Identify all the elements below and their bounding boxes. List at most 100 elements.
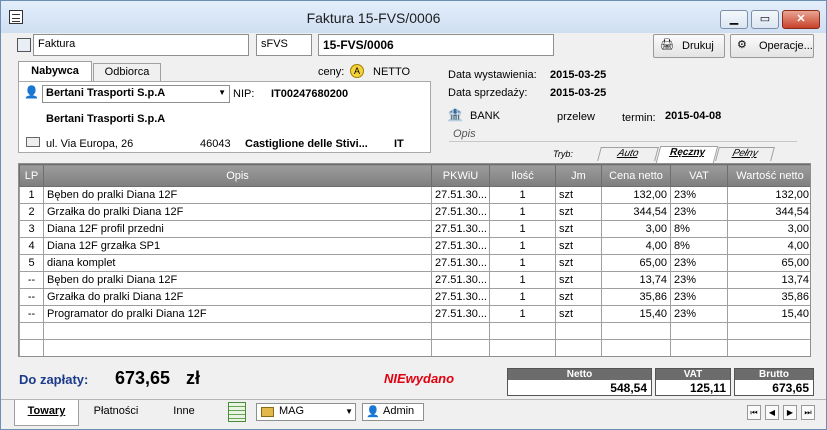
table-cell[interactable]: 1 [489,203,556,221]
table-cell[interactable]: szt [555,305,602,323]
table-cell[interactable]: 3,00 [601,220,671,238]
table-row[interactable]: 4 Diana 12F grzałka SP1 27.51.30... 1 szt 4,0… [19,237,810,255]
table-cell[interactable]: -- [19,288,44,306]
table-cell[interactable]: -- [19,305,44,323]
tab-payments[interactable]: Płatności [83,400,149,426]
table-cell[interactable] [670,339,728,356]
table-cell[interactable]: 23% [670,186,728,204]
table-cell[interactable]: 132,00 [727,186,810,204]
table-cell[interactable]: Bęben do pralki Diana 12F [43,271,432,289]
table-cell[interactable]: 132,00 [601,186,671,204]
table-cell[interactable]: 15,40 [727,305,810,323]
tab-full[interactable]: Pełny [715,147,775,161]
table-cell[interactable]: 35,86 [727,288,810,306]
description-label[interactable]: Opis [453,128,476,140]
tab-other[interactable]: Inne [159,400,209,426]
table-cell[interactable] [489,322,556,340]
table-cell[interactable]: 4 [19,237,44,255]
col-header[interactable]: Opis [43,164,432,187]
maximize-button[interactable]: ▭ [751,10,779,29]
print-button[interactable]: 🖨 Drukuj [653,34,725,58]
table-row[interactable] [19,322,810,340]
table-row[interactable]: 5 diana komplet 27.51.30... 1 szt 65,00 23% 65,… [19,254,810,272]
user-field[interactable]: 👤 Admin [362,403,424,421]
table-row[interactable]: 1 Bęben do pralki Diana 12F 27.51.30... 1 sz… [19,186,810,204]
last-record-button[interactable]: ⏭ [801,405,815,420]
table-cell[interactable]: 23% [670,271,728,289]
table-cell[interactable]: Grzałka do pralki Diana 12F [43,203,432,221]
table-cell[interactable] [431,322,490,340]
table-cell[interactable]: 5 [19,254,44,272]
table-cell[interactable]: 65,00 [601,254,671,272]
table-cell[interactable]: 3,00 [727,220,810,238]
operations-button[interactable]: ⚙ Operacje... [730,34,814,58]
table-cell[interactable]: 27.51.30... [431,305,490,323]
table-cell[interactable]: 4,00 [601,237,671,255]
table-cell[interactable]: szt [555,220,602,238]
table-cell[interactable]: 1 [19,186,44,204]
table-cell[interactable]: 27.51.30... [431,271,490,289]
items-table[interactable]: LP Opis PKWiU Ilość Jm Cena netto VAT Wa… [18,163,811,357]
table-cell[interactable] [555,322,602,340]
table-cell[interactable]: szt [555,203,602,221]
tab-recipient[interactable]: Odbiorca [93,63,161,82]
table-cell[interactable]: Diana 12F grzałka SP1 [43,237,432,255]
tab-goods[interactable]: Towary [14,400,79,426]
table-cell[interactable] [431,339,490,356]
table-cell[interactable] [43,339,432,356]
sale-date[interactable]: 2015-03-25 [550,87,606,99]
doc-number-field[interactable]: 15-FVS/0006 [318,34,554,56]
col-header[interactable]: LP [19,164,44,187]
table-cell[interactable] [19,339,44,356]
table-cell[interactable]: 1 [489,271,556,289]
table-cell[interactable]: szt [555,288,602,306]
table-cell[interactable]: 65,00 [727,254,810,272]
table-cell[interactable]: Grzałka do pralki Diana 12F [43,288,432,306]
prices-mode[interactable]: NETTO [373,66,410,78]
payment-method[interactable]: przelew [557,111,595,123]
table-cell[interactable] [601,339,671,356]
minimize-button[interactable]: ▁ [720,10,748,29]
close-button[interactable]: ✕ [782,10,820,29]
table-cell[interactable]: 27.51.30... [431,203,490,221]
table-cell[interactable]: szt [555,254,602,272]
table-cell[interactable] [19,322,44,340]
prev-record-button[interactable]: ◀ [765,405,779,420]
table-cell[interactable]: 8% [670,220,728,238]
issue-date[interactable]: 2015-03-25 [550,69,606,81]
table-cell[interactable]: -- [19,271,44,289]
table-row[interactable] [19,339,810,356]
term-date[interactable]: 2015-04-08 [665,110,721,122]
table-cell[interactable]: 15,40 [601,305,671,323]
table-cell[interactable]: 344,54 [601,203,671,221]
table-cell[interactable]: 1 [489,186,556,204]
buyer-select[interactable]: Bertani Trasporti S.p.A ▼ [42,85,230,103]
table-cell[interactable]: Bęben do pralki Diana 12F [43,186,432,204]
table-cell[interactable]: 8% [670,237,728,255]
table-cell[interactable]: 1 [489,237,556,255]
table-cell[interactable]: 1 [489,220,556,238]
table-cell[interactable] [601,322,671,340]
table-cell[interactable]: 23% [670,305,728,323]
col-header[interactable]: PKWiU [431,164,490,187]
table-cell[interactable]: 27.51.30... [431,237,490,255]
table-cell[interactable]: 27.51.30... [431,254,490,272]
table-cell[interactable]: 344,54 [727,203,810,221]
table-row[interactable]: 3 Diana 12F profil przedni 27.51.30... 1 szt… [19,220,810,238]
table-cell[interactable]: 13,74 [727,271,810,289]
table-cell[interactable]: 27.51.30... [431,220,490,238]
table-cell[interactable]: 4,00 [727,237,810,255]
notes-icon[interactable] [228,402,246,422]
table-row[interactable]: 2 Grzałka do pralki Diana 12F 27.51.30... 1… [19,203,810,221]
first-record-button[interactable]: ⏮ [747,405,761,420]
warehouse-select[interactable]: MAG ▼ [256,403,356,421]
table-cell[interactable] [727,339,810,356]
table-row[interactable]: -- Bęben do pralki Diana 12F 27.51.30... 1 s… [19,271,810,289]
table-cell[interactable]: 13,74 [601,271,671,289]
table-cell[interactable]: 27.51.30... [431,186,490,204]
table-cell[interactable] [555,339,602,356]
tab-auto[interactable]: Auto [597,147,659,161]
table-cell[interactable]: szt [555,271,602,289]
bank-name[interactable]: BANK [470,110,500,122]
table-cell[interactable]: Diana 12F profil przedni [43,220,432,238]
